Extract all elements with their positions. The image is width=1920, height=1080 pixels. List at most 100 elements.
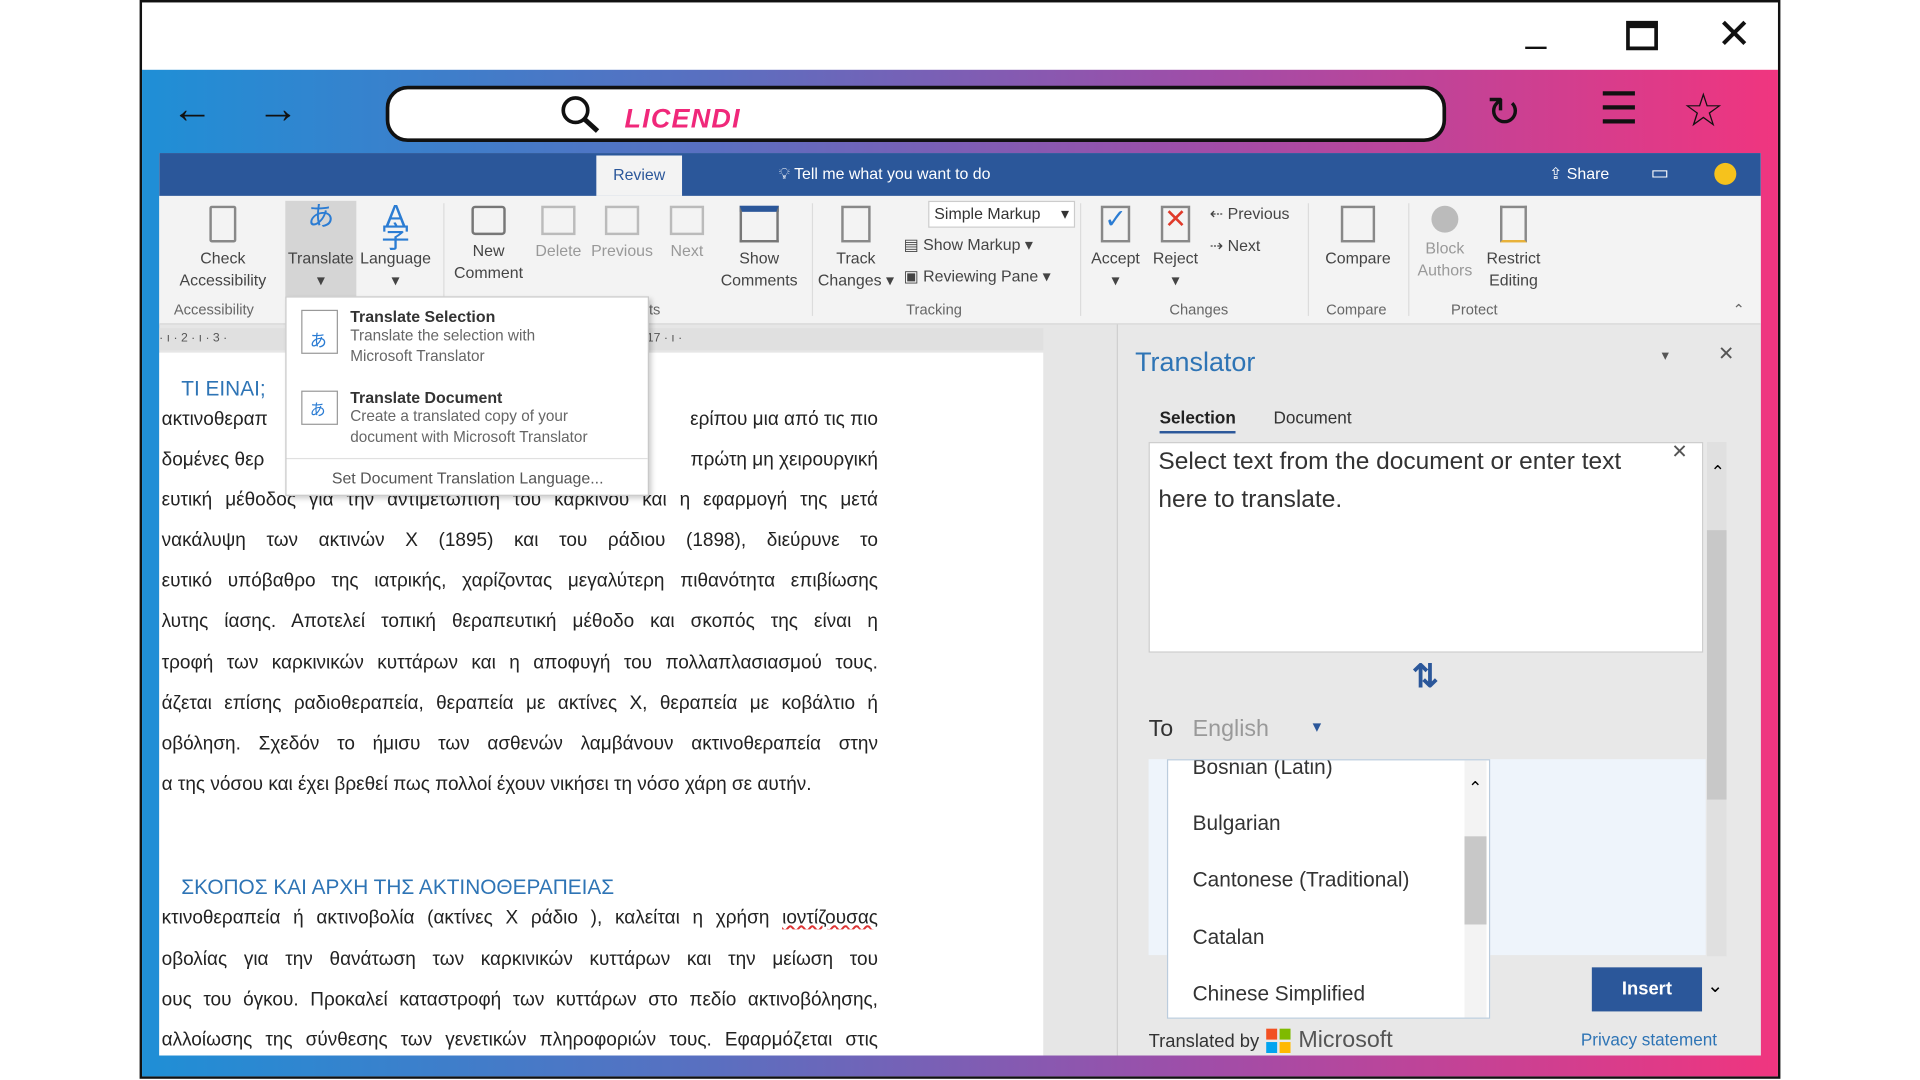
tell-me-box[interactable]: 💡︎ Tell me what you want to do <box>779 164 991 184</box>
previous-comment-icon <box>604 205 640 236</box>
forward-arrow-icon[interactable]: → <box>257 86 299 134</box>
minimize-icon[interactable]: _ <box>1526 10 1546 52</box>
group-comments-label: ts <box>648 301 661 319</box>
text-line: νακάλυψη των ακτινών Χ (1895) και του ρά… <box>161 530 878 552</box>
back-arrow-icon[interactable]: ← <box>171 86 213 134</box>
show-comments-button[interactable]: Show Comments <box>715 205 803 292</box>
heading: ΣΚΟΠΟΣ ΚΑΙ ΑΡΧΗ ΤΗΣ ΑΚΤΙΝΟΘΕΡΑΠΕΙΑΣ <box>181 875 615 899</box>
share-icon: ⇪ <box>1548 164 1567 183</box>
translate-selection-icon: あ <box>301 309 338 354</box>
list-item[interactable]: Catalan <box>1193 926 1265 950</box>
chevron-down-icon: ▾ <box>1060 204 1069 223</box>
pane-close-icon[interactable]: ✕ <box>1718 342 1734 366</box>
privacy-statement-link[interactable]: Privacy statement <box>1581 1030 1717 1050</box>
source-text-input[interactable]: Select text from the document or enter t… <box>1148 442 1704 653</box>
previous-comment-button[interactable]: Previous <box>588 205 657 262</box>
swap-languages-icon[interactable]: ⇅ <box>1412 658 1439 696</box>
list-scroll-up-icon[interactable]: ⌃ <box>1468 778 1482 799</box>
text-line: ους του όγκου. Προκαλεί καταστροφή των κ… <box>161 989 878 1011</box>
misspelled-word: ιοντίζουσας <box>782 907 878 929</box>
lightbulb-icon: 💡︎ <box>778 164 795 183</box>
set-translation-language-item[interactable]: Set Document Translation Language... <box>332 469 604 487</box>
accept-icon: ✓ <box>1100 205 1131 243</box>
address-bar[interactable] <box>385 85 1447 143</box>
restrict-editing-button[interactable]: Restrict Editing <box>1482 205 1546 292</box>
next-change-button[interactable]: ⇢ Next <box>1210 236 1261 256</box>
text-line: οβόληση. Σχεδόν το ήμισυ των ασθενών λαμ… <box>161 733 878 755</box>
reviewing-pane-button[interactable]: ▣ Reviewing Pane ▾ <box>904 267 1051 287</box>
compare-button[interactable]: Compare <box>1316 205 1399 270</box>
delete-comment-button[interactable]: Delete <box>529 205 588 262</box>
translated-by: Translated by Microsoft <box>1148 1027 1393 1054</box>
text-line: άζεται επίσης ραδιοθεραπεία, θεραπεία με… <box>161 693 878 714</box>
target-language-select[interactable]: English ▾ <box>1193 716 1328 743</box>
tab-document[interactable]: Document <box>1273 408 1351 428</box>
group-protect-label: Protect <box>1451 301 1498 319</box>
list-item[interactable]: Chinese Simplified <box>1193 982 1365 1006</box>
group-tracking-label: Tracking <box>906 301 962 319</box>
group-compare-label: Compare <box>1326 301 1387 319</box>
hamburger-menu-icon[interactable]: ☰ <box>1599 83 1639 134</box>
accessibility-icon <box>209 205 237 243</box>
logo: LICENDI <box>624 102 741 134</box>
collapse-ribbon-icon[interactable]: ⌃ <box>1733 301 1745 318</box>
track-changes-button[interactable]: Track Changes ▾ <box>816 205 897 292</box>
share-button[interactable]: ⇪ Share <box>1549 164 1609 184</box>
new-comment-button[interactable]: New Comment <box>448 205 529 284</box>
star-icon[interactable]: ☆ <box>1682 83 1724 138</box>
clear-input-icon[interactable]: ✕ <box>1671 440 1687 464</box>
word-app: Review 💡︎ Tell me what you want to do ⇪ … <box>159 153 1761 1056</box>
check-accessibility-button[interactable]: Check Accessibility <box>174 205 272 292</box>
previous-change-button[interactable]: ⇠ Previous <box>1210 204 1290 224</box>
smiley-icon[interactable] <box>1714 162 1737 185</box>
text-line: αλλοίωσης της σύνθεσης των γενετικών πλη… <box>161 1029 878 1051</box>
show-markup-button[interactable]: ▤ Show Markup ▾ <box>904 235 1033 255</box>
list-item[interactable]: Bosnian (Latin) <box>1193 760 1333 780</box>
translate-button[interactable]: あ Translate ▾ <box>285 200 357 299</box>
search-icon <box>561 96 600 133</box>
pane-options-icon[interactable]: ▾ <box>1662 347 1669 364</box>
list-scrollbar[interactable] <box>1464 760 1487 1018</box>
translate-menu: あ Translate Selection Translate the selec… <box>285 296 649 496</box>
language-icon: A字 <box>380 199 411 255</box>
track-changes-icon <box>841 205 871 243</box>
text-line: ευτικό υπόβαθρο της ιατρικής, χαρίζοντας… <box>161 570 878 592</box>
group-accessibility-label: Accessibility <box>173 301 254 319</box>
block-authors-icon <box>1431 205 1459 233</box>
accept-button[interactable]: ✓ Accept ▾ <box>1085 205 1146 292</box>
tab-selection[interactable]: Selection <box>1159 408 1236 434</box>
markup-select[interactable]: Simple Markup ▾ <box>928 200 1076 228</box>
compare-icon <box>1340 205 1376 243</box>
text-line: λυτης ίασης. Αποτελεί τοπική θεραπευτική… <box>161 611 878 632</box>
list-item[interactable]: Bulgarian <box>1193 812 1281 836</box>
reload-icon[interactable]: ↻ <box>1487 88 1522 137</box>
microsoft-logo-icon <box>1266 1028 1292 1054</box>
chevron-down-icon: ▾ <box>1312 716 1322 736</box>
group-changes-label: Changes <box>1169 301 1229 319</box>
next-comment-icon <box>669 205 705 236</box>
pane-title: Translator <box>1135 346 1256 378</box>
new-comment-icon <box>471 205 506 236</box>
list-item[interactable]: Cantonese (Traditional) <box>1193 868 1410 892</box>
to-label: To <box>1148 716 1174 743</box>
language-button[interactable]: A字 Language ▾ <box>358 199 434 292</box>
insert-button[interactable]: Insert <box>1591 967 1703 1012</box>
scroll-down-icon[interactable]: ⌄ <box>1707 973 1723 997</box>
translator-pane: Translator ▾ ✕ Selection Document Select… <box>1116 324 1761 1056</box>
translate-selection-item[interactable]: Translate Selection Translate the selecti… <box>350 307 583 367</box>
translate-document-item[interactable]: Translate Document Create a translated co… <box>350 388 632 448</box>
maximize-icon[interactable] <box>1626 20 1658 51</box>
scroll-up-icon[interactable]: ⌃ <box>1711 462 1725 483</box>
reject-icon: ✕ <box>1160 205 1191 243</box>
next-comment-button[interactable]: Next <box>659 205 715 262</box>
heading: ΤΙ ΕΙΝΑΙ; <box>181 377 266 401</box>
tab-review[interactable]: Review <box>596 155 683 196</box>
pane-scrollbar[interactable] <box>1706 442 1727 957</box>
close-icon[interactable]: ✕ <box>1717 10 1752 59</box>
text-line: τροφή των καρκινικών κυττάρων και η αποφ… <box>161 652 878 674</box>
translate-document-icon: あ <box>301 390 338 425</box>
comments-icon[interactable]: ▭ <box>1651 160 1670 184</box>
language-dropdown-list[interactable]: Bosnian (Latin) Bulgarian Cantonese (Tra… <box>1166 759 1491 1019</box>
reject-button[interactable]: ✕ Reject ▾ <box>1146 205 1205 292</box>
block-authors-button[interactable]: Block Authors <box>1413 205 1477 282</box>
